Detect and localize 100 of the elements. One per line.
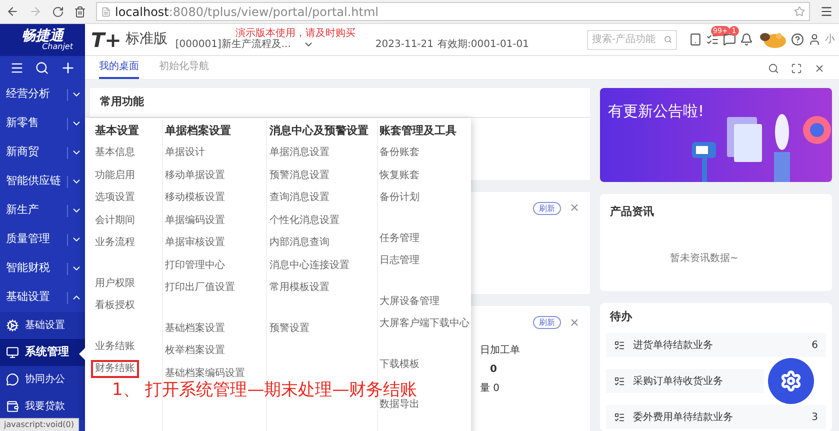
menu-item[interactable]: 看板授权 xyxy=(95,299,135,314)
menu-item[interactable]: 基础档案设置 xyxy=(164,322,225,336)
refresh-button[interactable]: 刷新 xyxy=(533,316,561,329)
refresh-button[interactable]: 刷新 xyxy=(533,202,561,215)
todo-item[interactable]: 委外费用单待结款业务 3 xyxy=(606,405,826,429)
menu-item[interactable]: 单据编码设置 xyxy=(164,214,225,228)
menu-item[interactable]: 会计期间 xyxy=(95,214,135,228)
sidebar-subitem[interactable]: 基础设置 xyxy=(0,312,85,339)
close-icon[interactable] xyxy=(814,63,825,74)
device-icon[interactable] xyxy=(689,33,702,46)
message-icon[interactable] xyxy=(723,33,736,46)
menu-item[interactable]: 基本信息 xyxy=(95,146,135,160)
fullscreen-icon[interactable] xyxy=(791,63,802,74)
menu-item[interactable]: 常用模板设置 xyxy=(269,281,330,296)
menu-item[interactable]: 基础档案编码设置 xyxy=(164,366,245,381)
menu-item[interactable]: 枚举档案设置 xyxy=(164,344,225,358)
menu-item[interactable]: 日志管理 xyxy=(380,254,420,268)
menu-item[interactable]: 数据导出 xyxy=(380,398,420,412)
card-title: 常用功能 xyxy=(100,94,144,110)
close-icon[interactable] xyxy=(569,317,580,328)
account-selector[interactable]: [000001]新生产流程及... xyxy=(175,39,356,50)
menu-item[interactable]: 查询消息设置 xyxy=(269,191,330,206)
menu-item[interactable]: 消息中心连接设置 xyxy=(269,258,350,273)
menu-item[interactable]: 个性化消息设置 xyxy=(269,214,340,228)
sidebar-item[interactable]: 新商贸 xyxy=(0,138,85,167)
menu-item[interactable]: 下载模板 xyxy=(380,358,420,372)
menu-item[interactable]: 选项设置 xyxy=(95,191,135,206)
menu-item[interactable]: 业务流程 xyxy=(95,236,135,250)
search-field[interactable]: 搜索-产品功能 xyxy=(587,30,677,50)
sidebar-item[interactable]: 基础设置 xyxy=(0,283,85,312)
task-list-icon[interactable] xyxy=(706,33,719,46)
product-logo: T+ xyxy=(91,30,122,50)
menu-icon[interactable] xyxy=(10,61,24,75)
list-icon xyxy=(614,376,625,386)
gear-icon xyxy=(6,319,19,332)
announcement-banner[interactable]: 有更新公告啦! xyxy=(600,88,832,182)
help-icon[interactable] xyxy=(791,33,804,46)
search-icon[interactable] xyxy=(34,61,48,75)
menu-item[interactable]: 单据审核设置 xyxy=(164,236,225,250)
sidebar-item[interactable]: 新生产 xyxy=(0,196,85,225)
sidebar-item[interactable]: 智能供应链 xyxy=(0,167,85,196)
menu-item[interactable]: 大屏设备管理 xyxy=(380,294,440,309)
sidebar-item[interactable]: 新零售 xyxy=(0,109,85,138)
logo-text: 畅捷通 xyxy=(22,29,64,43)
menu-item[interactable]: 打印管理中心 xyxy=(164,258,225,273)
menu-item[interactable]: 单据消息设置 xyxy=(269,146,330,160)
menu-item[interactable]: 恢复账套 xyxy=(380,168,420,183)
menu-item[interactable]: 任务管理 xyxy=(380,232,420,246)
todo-item[interactable]: 进货单待结款业务 6 xyxy=(606,333,826,357)
edition-label: 标准版 xyxy=(125,30,168,49)
monitor-icon xyxy=(6,346,19,359)
menu-column-title: 账套管理及工具 xyxy=(380,123,458,139)
user-name[interactable]: 小 xyxy=(825,32,835,47)
menu-item[interactable]: 财务结账 xyxy=(91,360,139,378)
menu-item[interactable]: 备份账套 xyxy=(380,146,420,160)
sidebar-subitem[interactable]: 协同办公 xyxy=(0,366,85,393)
address-bar[interactable]: localhost:8080/tplus/view/portal/portal.html xyxy=(96,2,810,21)
sidebar-item[interactable]: 经营分析 xyxy=(0,80,85,109)
menu-item[interactable]: 用户权限 xyxy=(95,276,135,291)
reload-icon[interactable] xyxy=(52,6,64,18)
menu-item[interactable]: 大屏客户端下载中心 xyxy=(380,317,470,332)
trash-icon[interactable] xyxy=(74,6,86,18)
card-title: 待办 xyxy=(608,309,634,325)
instruction-annotation: 1、 打开系统管理—期末处理—财务结账 xyxy=(112,381,418,399)
back-icon[interactable] xyxy=(6,5,19,18)
menu-item[interactable]: 移动模板设置 xyxy=(164,191,225,206)
menu-item[interactable]: 预警设置 xyxy=(269,322,310,336)
empty-message: 暂未资讯数据~ xyxy=(670,252,740,266)
menu-column-title: 基本设置 xyxy=(95,123,140,139)
menu-item[interactable]: 内部消息查询 xyxy=(269,236,330,250)
menu-column-title: 消息中心及预警设置 xyxy=(269,123,370,139)
menu-item[interactable]: 单据设计 xyxy=(164,146,205,160)
page-icon xyxy=(101,6,111,16)
stat-label: 量 0 xyxy=(480,382,501,396)
menu-item[interactable]: 打印出厂值设置 xyxy=(164,281,235,296)
menu-column-title: 单据档案设置 xyxy=(164,123,232,139)
logo-subtext: Chanjet xyxy=(42,43,73,51)
sidebar-item[interactable]: 智能财税 xyxy=(0,254,85,283)
sidebar-subitem[interactable]: 系统管理 xyxy=(0,339,85,366)
trial-notice: 演示版本使用，请及时购买 xyxy=(235,29,356,39)
close-icon[interactable] xyxy=(569,202,580,213)
sidebar-subitem[interactable]: 我要贷款 xyxy=(0,393,85,420)
menu-item[interactable]: 业务结账 xyxy=(95,340,135,354)
user-icon[interactable] xyxy=(808,33,821,46)
sidebar-item[interactable]: 质量管理 xyxy=(0,225,85,254)
mascot-avatar-icon[interactable] xyxy=(757,30,787,48)
todo-item[interactable]: 采购订单待收货业务 xyxy=(606,369,764,393)
search-icon[interactable] xyxy=(768,63,779,74)
menu-item[interactable]: 功能启用 xyxy=(95,168,135,183)
menu-item[interactable]: 预警消息设置 xyxy=(269,168,330,183)
bell-icon[interactable] xyxy=(740,33,753,46)
stat-value: 0 xyxy=(489,363,498,377)
menu-icon[interactable] xyxy=(820,5,833,18)
star-icon[interactable] xyxy=(794,6,805,17)
todo-count: 3 xyxy=(812,410,818,424)
menu-item[interactable]: 移动单据设置 xyxy=(164,168,225,183)
card-title: 产品资讯 xyxy=(610,204,655,220)
add-icon[interactable] xyxy=(60,60,76,76)
menu-item[interactable]: 备份计划 xyxy=(380,191,420,206)
list-icon xyxy=(614,412,625,422)
